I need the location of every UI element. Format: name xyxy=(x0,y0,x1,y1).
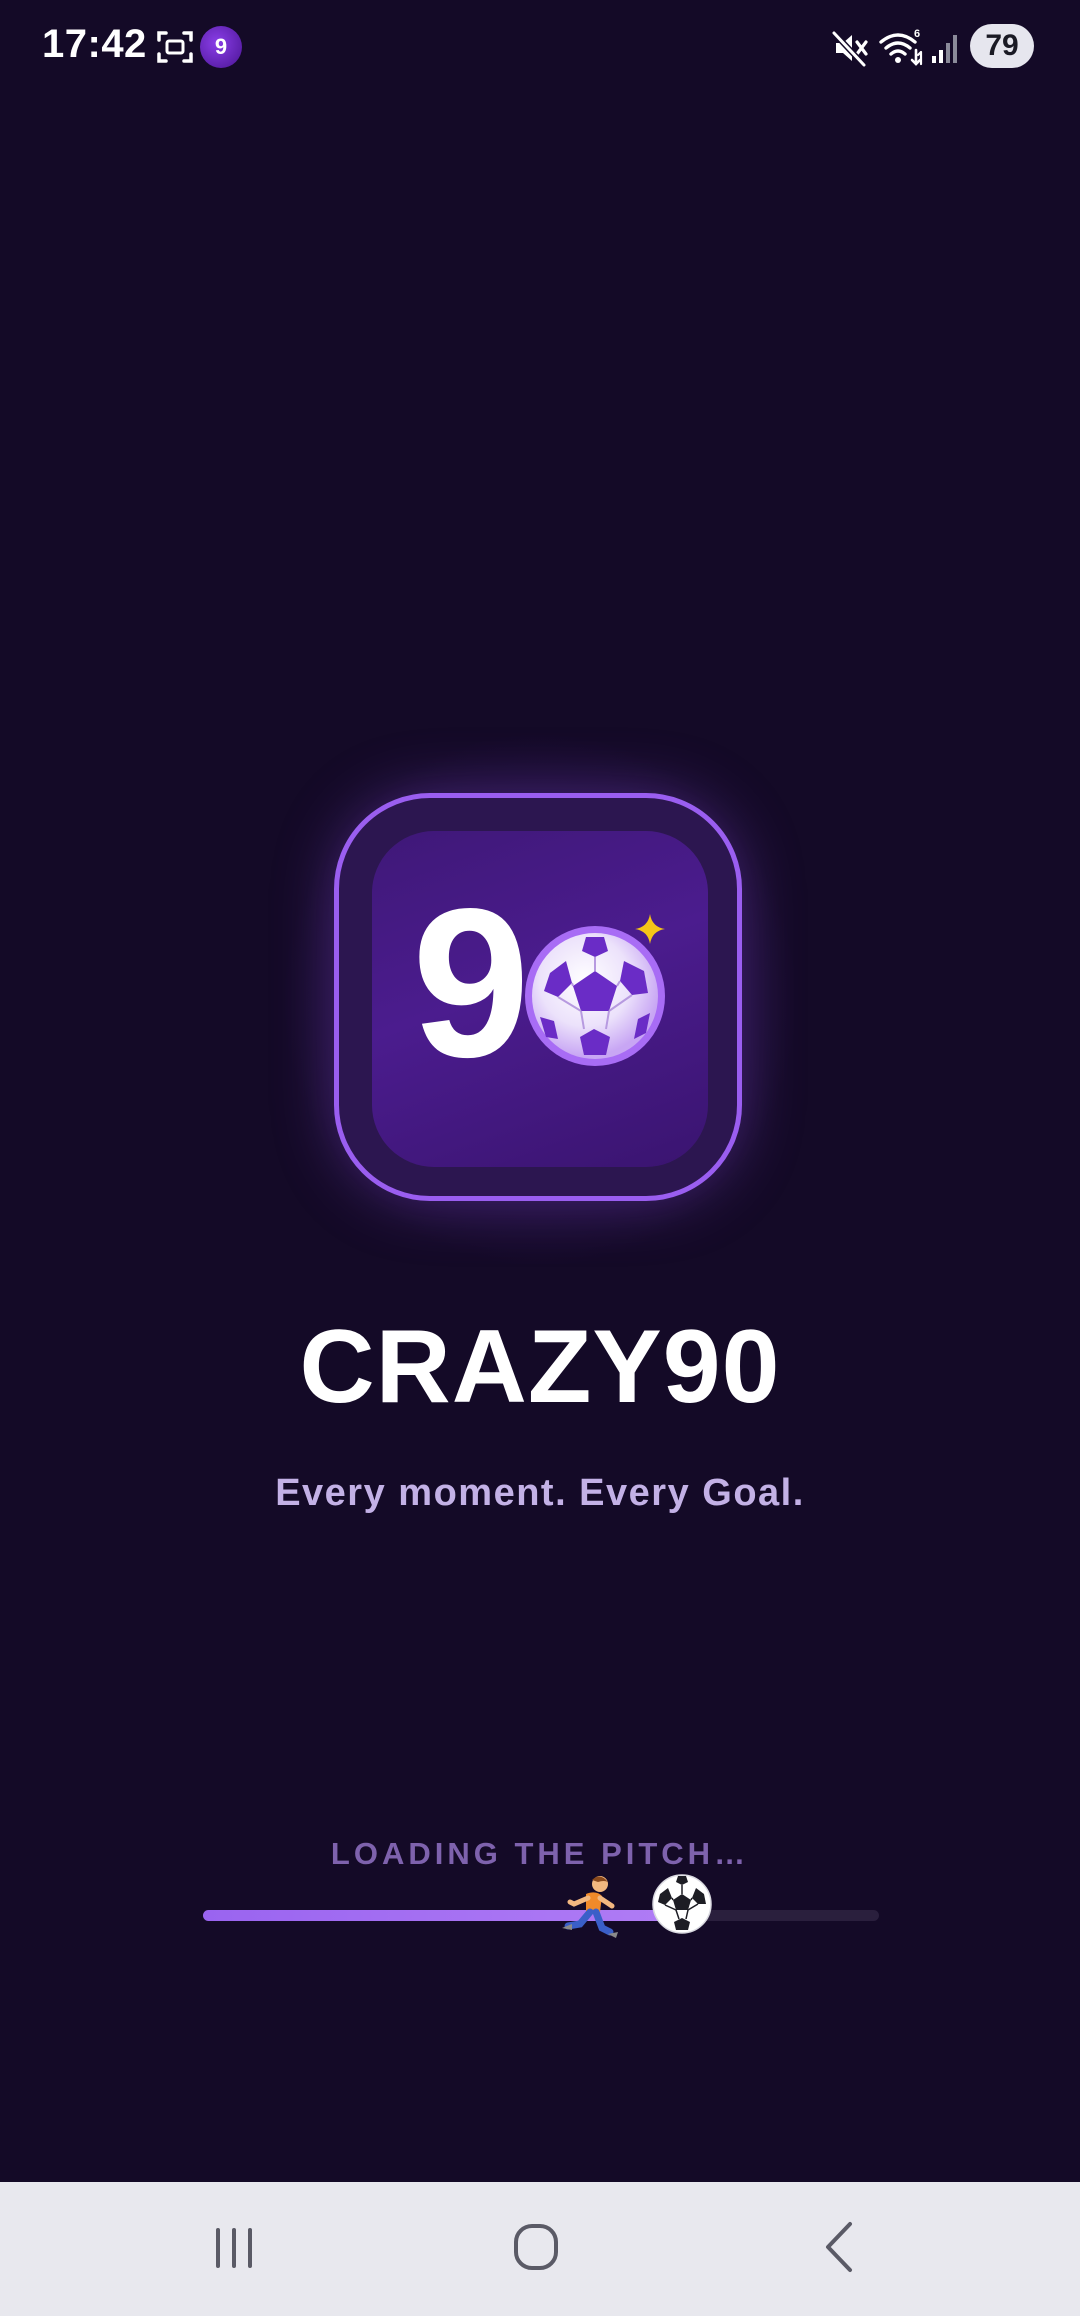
app-logo: 9 xyxy=(372,831,708,1167)
runner-icon xyxy=(562,1876,618,1938)
loading-label: LOADING THE PITCH… xyxy=(330,1836,750,1871)
status-time: 17:42 xyxy=(42,22,147,66)
app-badge-icon: 9 xyxy=(200,26,242,68)
loading-progress-bar xyxy=(203,1910,879,1921)
back-icon[interactable] xyxy=(800,2212,880,2282)
signal-icon xyxy=(932,35,957,63)
splash-screen: 17:42 9 6 79 9 CRAZY90 Every moment. Eve… xyxy=(0,0,1080,2316)
battery-badge: 79 xyxy=(970,24,1034,68)
app-title: CRAZY90 xyxy=(299,1309,781,1425)
soccer-ball-icon xyxy=(652,1874,712,1934)
sparkle-icon xyxy=(635,914,665,944)
logo-number: 9 xyxy=(412,864,530,1101)
app-tagline: Every moment. Every Goal. xyxy=(275,1472,805,1514)
svg-text:6: 6 xyxy=(914,28,920,40)
screenshot-icon xyxy=(157,31,193,63)
navigation-bar xyxy=(0,2182,1080,2316)
home-icon[interactable] xyxy=(496,2212,576,2282)
recents-icon[interactable] xyxy=(194,2212,274,2282)
status-bar: 17:42 9 6 79 xyxy=(0,0,1080,96)
wifi-icon: 6 xyxy=(879,28,923,66)
mute-icon xyxy=(831,30,868,68)
